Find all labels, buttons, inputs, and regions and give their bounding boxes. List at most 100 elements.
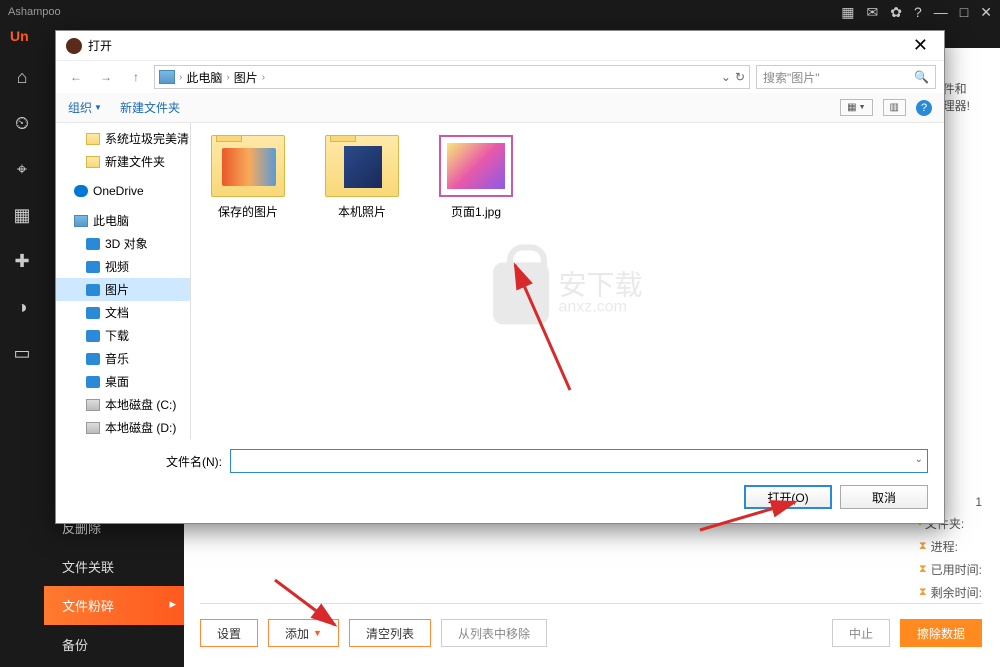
breadcrumb-dropdown-icon[interactable]: ⌄: [721, 70, 731, 84]
breadcrumb-this-pc[interactable]: 此电脑: [186, 69, 222, 86]
sidebar-item-file-shred[interactable]: 文件粉碎: [44, 586, 184, 625]
abort-button[interactable]: 中止: [832, 619, 890, 647]
status-process-label: 进程:: [931, 538, 958, 555]
dialog-footer: 文件名(N): ⌄ 打开(O) 取消: [56, 439, 944, 523]
nav-back-icon[interactable]: ←: [64, 65, 88, 89]
pc-icon: [159, 70, 175, 84]
file-label: 页面1.jpg: [451, 203, 501, 220]
tree-item-3d[interactable]: 3D 对象: [56, 232, 190, 255]
folder-icon: [86, 156, 100, 168]
grid-icon[interactable]: ▦: [9, 202, 35, 228]
hourglass-icon: ⧗: [919, 540, 927, 553]
home-icon[interactable]: ⌂: [9, 64, 35, 90]
dialog-titlebar[interactable]: 打开 ✕: [56, 31, 944, 61]
tree-item-music[interactable]: 音乐: [56, 347, 190, 370]
chevron-right-icon: ›: [226, 72, 229, 83]
dropdown-icon[interactable]: ⌄: [915, 454, 923, 465]
tree-item-drive-c[interactable]: 本地磁盘 (C:): [56, 393, 190, 416]
titlebar-gear-icon[interactable]: ✿: [890, 4, 902, 21]
bottom-toolbar: 设置 添加▼ 清空列表 从列表中移除 中止 擦除数据: [200, 603, 982, 647]
eye-icon[interactable]: ◑: [9, 294, 35, 320]
folder-thumb-icon: [211, 135, 285, 197]
titlebar-close-icon[interactable]: ✕: [980, 4, 992, 21]
tree-item-downloads[interactable]: 下载: [56, 324, 190, 347]
titlebar-app-icon[interactable]: ▦: [841, 4, 854, 21]
dialog-toolbar: 组织▼ 新建文件夹 ▦▼ ▥ ?: [56, 93, 944, 123]
watermark-text: 安下载: [558, 271, 642, 299]
lock-icon: [492, 262, 548, 324]
chevron-right-icon: ›: [262, 72, 265, 83]
tree-item-desktop[interactable]: 桌面: [56, 370, 190, 393]
nav-up-icon[interactable]: ↑: [124, 65, 148, 89]
status-remaining-label: 剩余时间:: [931, 584, 982, 601]
drive-icon: [86, 399, 100, 411]
tree-item-documents[interactable]: 文档: [56, 301, 190, 324]
dialog-close-icon[interactable]: ✕: [907, 35, 934, 56]
hourglass-icon: ⧗: [919, 586, 927, 599]
help-icon[interactable]: ?: [916, 100, 932, 116]
tree-item-this-pc[interactable]: 此电脑: [56, 209, 190, 232]
folder-tree[interactable]: 系统垃圾完美清... 新建文件夹 OneDrive 此电脑 3D 对象 视频 图…: [56, 123, 191, 439]
refresh-icon[interactable]: ↻: [735, 70, 745, 84]
tree-item-onedrive[interactable]: OneDrive: [56, 181, 190, 201]
3d-objects-icon: [86, 238, 100, 250]
search-input[interactable]: 搜索"图片" 🔍: [756, 65, 936, 89]
file-item-folder[interactable]: 本机照片: [317, 135, 407, 220]
filename-input[interactable]: ⌄: [230, 449, 928, 473]
app-titlebar: Ashampoo ▦ ✉ ✿ ? — □ ✕: [0, 0, 1000, 24]
titlebar-maximize-icon[interactable]: □: [960, 4, 968, 21]
tree-item-videos[interactable]: 视频: [56, 255, 190, 278]
titlebar-chat-icon[interactable]: ✉: [867, 4, 879, 21]
briefcase-icon[interactable]: ▭: [9, 340, 35, 366]
tree-item-drive-d[interactable]: 本地磁盘 (D:): [56, 416, 190, 439]
sidebar-item-file-assoc[interactable]: 文件关联: [44, 547, 184, 586]
wipe-data-button[interactable]: 擦除数据: [900, 619, 982, 647]
clear-list-button[interactable]: 清空列表: [349, 619, 431, 647]
folder-thumb-icon: [325, 135, 399, 197]
tree-item[interactable]: 系统垃圾完美清...: [56, 127, 190, 150]
file-item-image[interactable]: 页面1.jpg: [431, 135, 521, 220]
watermark: 安下载 anxz.com: [492, 262, 642, 324]
file-label: 本机照片: [338, 203, 386, 220]
pictures-icon: [86, 284, 100, 296]
open-button[interactable]: 打开(O): [744, 485, 832, 509]
dialog-body: 系统垃圾完美清... 新建文件夹 OneDrive 此电脑 3D 对象 视频 图…: [56, 123, 944, 439]
add-button[interactable]: 添加▼: [268, 619, 339, 647]
file-item-folder[interactable]: 保存的图片: [203, 135, 293, 220]
downloads-icon: [86, 330, 100, 342]
search-placeholder: 搜索"图片": [763, 69, 820, 86]
device-icon[interactable]: ⌖: [9, 156, 35, 182]
breadcrumb[interactable]: › 此电脑 › 图片 › ⌄ ↻: [154, 65, 750, 89]
titlebar-help-icon[interactable]: ?: [914, 4, 922, 21]
dialog-app-icon: [66, 38, 82, 54]
status-count: 1: [975, 495, 982, 509]
nav-forward-icon[interactable]: →: [94, 65, 118, 89]
gauge-icon[interactable]: ⏲: [9, 110, 35, 136]
brand-label: Ashampoo: [8, 6, 61, 18]
watermark-domain: anxz.com: [558, 299, 642, 315]
preview-pane-button[interactable]: ▥: [883, 99, 906, 116]
organize-menu[interactable]: 组织▼: [68, 99, 102, 116]
tree-item-pictures[interactable]: 图片: [56, 278, 190, 301]
settings-button[interactable]: 设置: [200, 619, 258, 647]
remove-from-list-button[interactable]: 从列表中移除: [441, 619, 547, 647]
pc-icon: [74, 215, 88, 227]
search-icon: 🔍: [914, 70, 929, 84]
image-thumb-icon: [439, 135, 513, 197]
drive-icon: [86, 422, 100, 434]
breadcrumb-pictures[interactable]: 图片: [234, 69, 258, 86]
documents-icon: [86, 307, 100, 319]
filename-label: 文件名(N):: [72, 453, 222, 470]
file-list-area[interactable]: 保存的图片 本机照片 页面1.jpg 安下载 anxz.com: [191, 123, 944, 439]
cancel-button[interactable]: 取消: [840, 485, 928, 509]
tree-item[interactable]: 新建文件夹: [56, 150, 190, 173]
view-mode-button[interactable]: ▦▼: [840, 99, 872, 116]
new-folder-button[interactable]: 新建文件夹: [120, 99, 180, 116]
app-logo: Un: [10, 28, 29, 44]
puzzle-icon[interactable]: ✚: [9, 248, 35, 274]
folder-icon: [86, 133, 100, 145]
file-label: 保存的图片: [218, 203, 278, 220]
sidebar-item-backup[interactable]: 备份: [44, 625, 184, 664]
titlebar-minimize-icon[interactable]: —: [934, 4, 948, 21]
onedrive-icon: [74, 185, 88, 197]
